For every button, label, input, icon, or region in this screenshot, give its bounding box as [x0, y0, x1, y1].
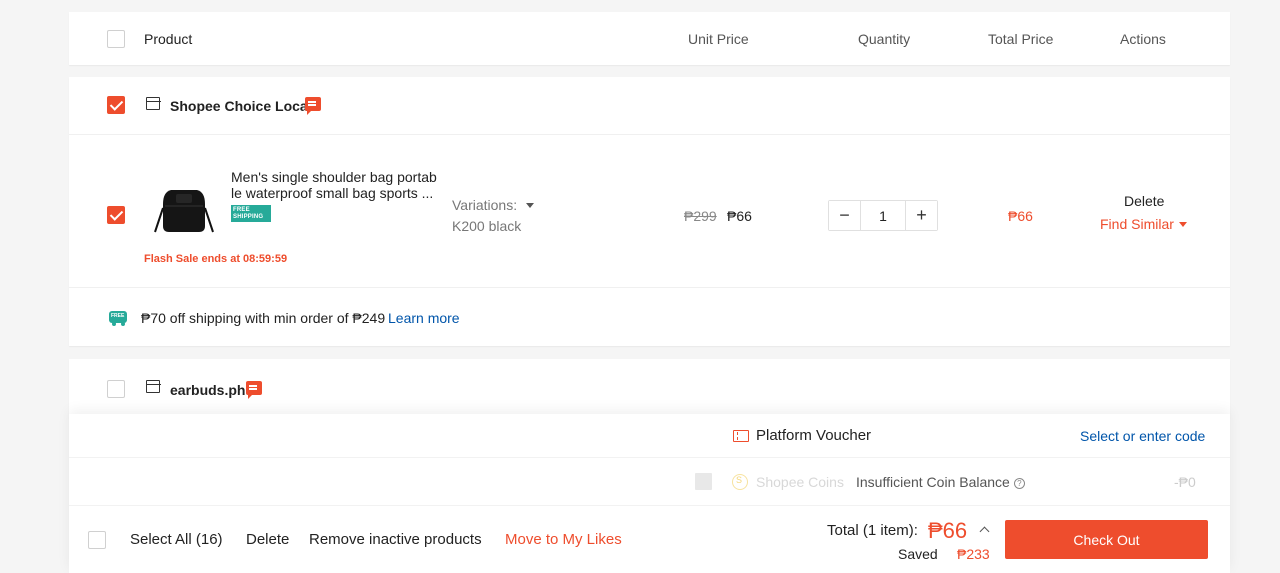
shopee-coin-icon — [732, 474, 748, 490]
move-to-likes-button[interactable]: Move to My Likes — [505, 531, 622, 548]
product-image[interactable] — [149, 174, 217, 242]
insufficient-label: Insufficient Coin Balance — [856, 474, 1010, 490]
store-icon — [145, 97, 161, 110]
quantity-input[interactable]: 1 — [860, 201, 906, 230]
shopee-coins-label: Shopee Coins — [756, 474, 844, 490]
shipping-promo-text: ₱70 off shipping with min order of ₱249 — [141, 310, 386, 326]
caret-down-icon — [526, 203, 535, 208]
select-all-checkbox[interactable] — [88, 531, 106, 549]
store-icon — [145, 380, 161, 393]
free-shipping-truck-icon — [109, 311, 127, 326]
divider — [69, 457, 1230, 458]
find-similar-button[interactable]: Find Similar — [1100, 216, 1187, 232]
increase-button[interactable]: + — [906, 201, 937, 230]
checkout-bar: Platform Voucher Select or enter code Sh… — [69, 414, 1230, 573]
delete-button[interactable]: Delete — [1124, 193, 1164, 209]
shop-name[interactable]: Shopee Choice Local — [170, 98, 312, 114]
learn-more-link[interactable]: Learn more — [388, 310, 460, 326]
cart-header: Product Unit Price Quantity Total Price … — [69, 12, 1230, 65]
variation-value: K200 black — [452, 218, 522, 234]
saved-value: ₱233 — [957, 546, 990, 562]
original-price: ₱299 — [684, 208, 717, 224]
total-value: ₱66 — [928, 518, 968, 543]
checkout-button[interactable]: Check Out — [1005, 520, 1208, 559]
shop-name[interactable]: earbuds.ph — [170, 382, 245, 398]
info-icon[interactable]: ? — [1013, 478, 1025, 489]
header-actions: Actions — [1120, 31, 1166, 47]
header-unit-price: Unit Price — [688, 31, 749, 47]
chevron-up-icon[interactable] — [979, 526, 990, 537]
free-shipping-badge: FREE SHIPPING — [231, 205, 271, 222]
header-quantity: Quantity — [858, 31, 911, 47]
delete-selected-button[interactable]: Delete — [246, 531, 289, 548]
shop-checkbox[interactable] — [107, 96, 125, 114]
divider — [69, 505, 1230, 506]
item-checkbox[interactable] — [107, 206, 125, 224]
select-voucher-link[interactable]: Select or enter code — [1080, 428, 1205, 444]
select-all-button[interactable]: Select All (16) — [130, 531, 223, 548]
header-total-price: Total Price — [988, 31, 1054, 47]
chat-icon[interactable] — [246, 381, 262, 399]
saved-label: Saved — [898, 546, 938, 562]
platform-voucher-label: Platform Voucher — [756, 427, 872, 444]
unit-price: ₱66 — [727, 208, 752, 224]
header-product: Product — [144, 31, 193, 47]
product-name-line2[interactable]: le waterproof small bag sports ... — [231, 185, 433, 201]
quantity-stepper[interactable]: − 1 + — [828, 200, 938, 231]
caret-down-icon — [1178, 222, 1187, 227]
find-similar-label: Find Similar — [1100, 216, 1174, 232]
divider — [69, 287, 1230, 288]
variations-dropdown[interactable]: Variations: — [452, 197, 535, 213]
shop-card: Shopee Choice Local Men's single shoulde… — [69, 77, 1230, 346]
chat-icon[interactable] — [305, 97, 321, 115]
coins-checkbox[interactable] — [695, 473, 712, 490]
product-name-line1[interactable]: Men's single shoulder bag portab — [231, 169, 437, 185]
voucher-icon — [733, 430, 749, 442]
total-label: Total (1 item): — [827, 522, 918, 539]
flash-sale-text: Flash Sale ends at 08:59:59 — [144, 253, 288, 265]
insufficient-balance: Insufficient Coin Balance? — [856, 474, 1025, 490]
variations-label: Variations: — [452, 197, 518, 213]
remove-inactive-button[interactable]: Remove inactive products — [309, 531, 482, 548]
shop-card: earbuds.ph — [69, 359, 1230, 419]
coins-value: -₱0 — [1174, 474, 1196, 490]
shop-checkbox[interactable] — [107, 380, 125, 398]
decrease-button[interactable]: − — [829, 201, 860, 230]
select-all-header-checkbox[interactable] — [107, 30, 125, 48]
item-total-price: ₱66 — [1008, 208, 1033, 224]
divider — [69, 134, 1230, 135]
